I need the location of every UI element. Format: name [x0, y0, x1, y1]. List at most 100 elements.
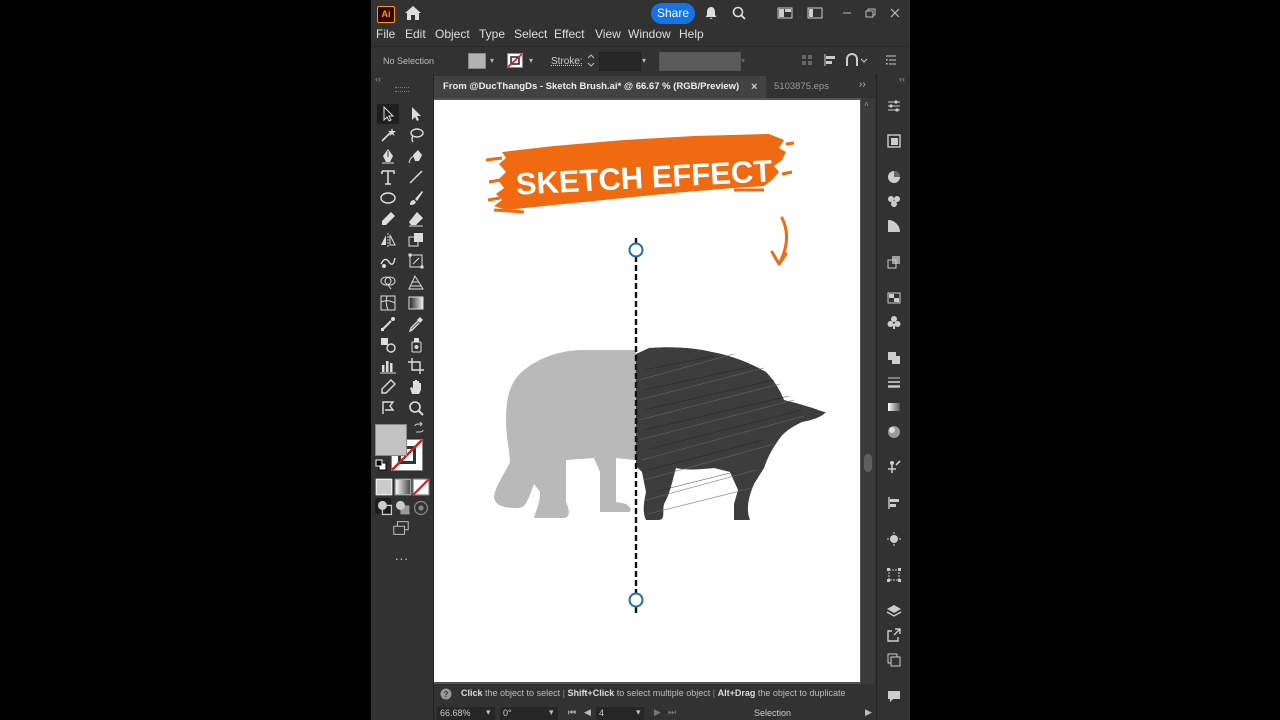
- control-bar-menu-icon[interactable]: [885, 54, 897, 66]
- curvature-tool-icon[interactable]: [407, 147, 425, 165]
- artboard[interactable]: SKETCH EFFECT: [434, 100, 860, 682]
- minimize-icon[interactable]: [839, 5, 855, 21]
- align-grid-icon[interactable]: [801, 54, 813, 66]
- fill-dropdown-icon[interactable]: ▾: [490, 56, 498, 65]
- artboard-tool-icon[interactable]: [407, 357, 425, 375]
- zoom-tool-icon[interactable]: [407, 399, 425, 417]
- canvas-area[interactable]: SKETCH EFFECT: [434, 98, 868, 684]
- stroke-label[interactable]: Stroke:: [551, 56, 583, 67]
- share-button[interactable]: Share: [651, 3, 695, 24]
- shape-builder-tool-icon[interactable]: [379, 273, 397, 291]
- transform-panel-icon[interactable]: [886, 567, 902, 583]
- gradient-tool-icon[interactable]: [407, 294, 425, 312]
- arrange-documents-icon[interactable]: [777, 5, 793, 21]
- restore-icon[interactable]: [862, 5, 878, 21]
- last-artboard-icon[interactable]: ⏭: [668, 707, 676, 718]
- properties-icon[interactable]: [886, 98, 902, 114]
- home-icon[interactable]: [403, 4, 423, 22]
- workspace-switcher-icon[interactable]: [807, 5, 823, 21]
- draw-inside-icon[interactable]: [412, 499, 429, 516]
- stroke-weight-input[interactable]: [599, 52, 641, 71]
- slice-tool-icon[interactable]: [379, 378, 397, 396]
- menu-view[interactable]: View: [595, 27, 621, 41]
- scrollbar-thumb[interactable]: [864, 454, 872, 472]
- lasso-tool-icon[interactable]: [407, 126, 425, 144]
- previous-artboard-icon[interactable]: ◀: [584, 707, 591, 718]
- color-guide-icon[interactable]: [886, 193, 902, 209]
- fill-color-box[interactable]: [375, 424, 407, 456]
- gradient-swatch-icon[interactable]: [886, 399, 902, 415]
- align-left-icon[interactable]: [823, 53, 837, 67]
- tab-5103875-eps[interactable]: 5103875.eps: [774, 76, 829, 98]
- zoom-dropdown-icon[interactable]: ▾: [486, 707, 491, 718]
- more-tabs-icon[interactable]: ››: [859, 79, 866, 90]
- menu-object[interactable]: Object: [435, 27, 470, 41]
- status-menu-icon[interactable]: ▶: [865, 707, 872, 718]
- eraser-tool-icon[interactable]: [407, 210, 425, 228]
- stroke-panel-icon[interactable]: [886, 374, 902, 390]
- color-icon[interactable]: [886, 169, 902, 185]
- scale-tool-icon[interactable]: [407, 231, 425, 249]
- pathfinder-icon[interactable]: [886, 350, 902, 366]
- symbols-icon[interactable]: [886, 314, 902, 330]
- swap-fill-stroke-icon[interactable]: [413, 422, 425, 434]
- edit-toolbar-button[interactable]: ...: [395, 548, 409, 563]
- close-window-icon[interactable]: [887, 5, 903, 21]
- magnet-snap-icon[interactable]: [845, 53, 869, 67]
- tools-panel-grip[interactable]: [395, 87, 409, 92]
- rotation-dropdown-icon[interactable]: ▾: [549, 707, 554, 718]
- column-graph-tool-icon[interactable]: [379, 357, 397, 375]
- artboard-dropdown-icon[interactable]: ▾: [636, 707, 641, 718]
- reflect-tool-icon[interactable]: [379, 231, 397, 249]
- puppet-warp-tool-icon[interactable]: [379, 252, 397, 270]
- eyedropper-tool-icon[interactable]: [407, 315, 425, 333]
- symbol-sprayer-tool-icon[interactable]: [407, 336, 425, 354]
- align-panel-icon[interactable]: [886, 495, 902, 511]
- brightness-icon[interactable]: [886, 531, 902, 547]
- libraries-icon[interactable]: [886, 133, 902, 149]
- search-icon[interactable]: [731, 5, 747, 21]
- mesh-tool-icon[interactable]: [379, 294, 397, 312]
- menu-select[interactable]: Select: [514, 27, 547, 41]
- blend-tool-icon[interactable]: [379, 315, 397, 333]
- stroke-none-swatch[interactable]: [507, 53, 523, 68]
- color-mode-icon[interactable]: [375, 478, 393, 496]
- selection-tool-icon[interactable]: [379, 105, 397, 123]
- perspective-grid-tool-icon[interactable]: [407, 273, 425, 291]
- change-screen-mode-icon[interactable]: [392, 519, 412, 537]
- menu-type[interactable]: Type: [479, 27, 505, 41]
- fill-color-swatch[interactable]: [468, 53, 486, 69]
- none-mode-icon[interactable]: [412, 478, 430, 496]
- menu-edit[interactable]: Edit: [405, 27, 426, 41]
- menu-file[interactable]: File: [376, 27, 395, 41]
- pencil-tool-icon[interactable]: [379, 210, 397, 228]
- swatches-icon[interactable]: [886, 290, 902, 306]
- puppet-pin-icon[interactable]: [886, 459, 902, 475]
- stroke-stepper[interactable]: [585, 52, 597, 69]
- hand-tool-icon[interactable]: [407, 378, 425, 396]
- artboards-panel-icon[interactable]: [886, 652, 902, 668]
- collapse-tools-icon[interactable]: ‹‹: [375, 74, 381, 84]
- export-icon[interactable]: [886, 627, 902, 643]
- help-icon[interactable]: ?: [440, 688, 452, 700]
- appearance-icon[interactable]: [886, 424, 902, 440]
- ellipse-tool-icon[interactable]: [379, 189, 397, 207]
- comments-icon[interactable]: [886, 688, 902, 704]
- first-artboard-icon[interactable]: ⏮: [568, 707, 576, 718]
- layers-icon[interactable]: [886, 603, 902, 619]
- next-artboard-icon[interactable]: ▶: [654, 707, 661, 718]
- close-tab-icon[interactable]: ×: [751, 76, 757, 98]
- vertical-scrollbar[interactable]: ˄: [861, 98, 875, 684]
- rotate-view-tool-icon[interactable]: [379, 399, 397, 417]
- menu-help[interactable]: Help: [679, 27, 704, 41]
- profile-dropdown-icon[interactable]: ▾: [741, 56, 749, 65]
- paintbrush-tool-icon[interactable]: [407, 189, 425, 207]
- rotation-field[interactable]: 0° ▾: [500, 707, 558, 720]
- direct-selection-tool-icon[interactable]: [407, 105, 425, 123]
- variable-width-profile[interactable]: [659, 52, 741, 71]
- draw-behind-icon[interactable]: [394, 499, 410, 515]
- gradient-panel-icon[interactable]: [886, 218, 902, 234]
- default-fill-stroke-icon[interactable]: [375, 459, 387, 471]
- line-segment-tool-icon[interactable]: [407, 168, 425, 186]
- zoom-field[interactable]: 66.68% ▾: [437, 707, 495, 720]
